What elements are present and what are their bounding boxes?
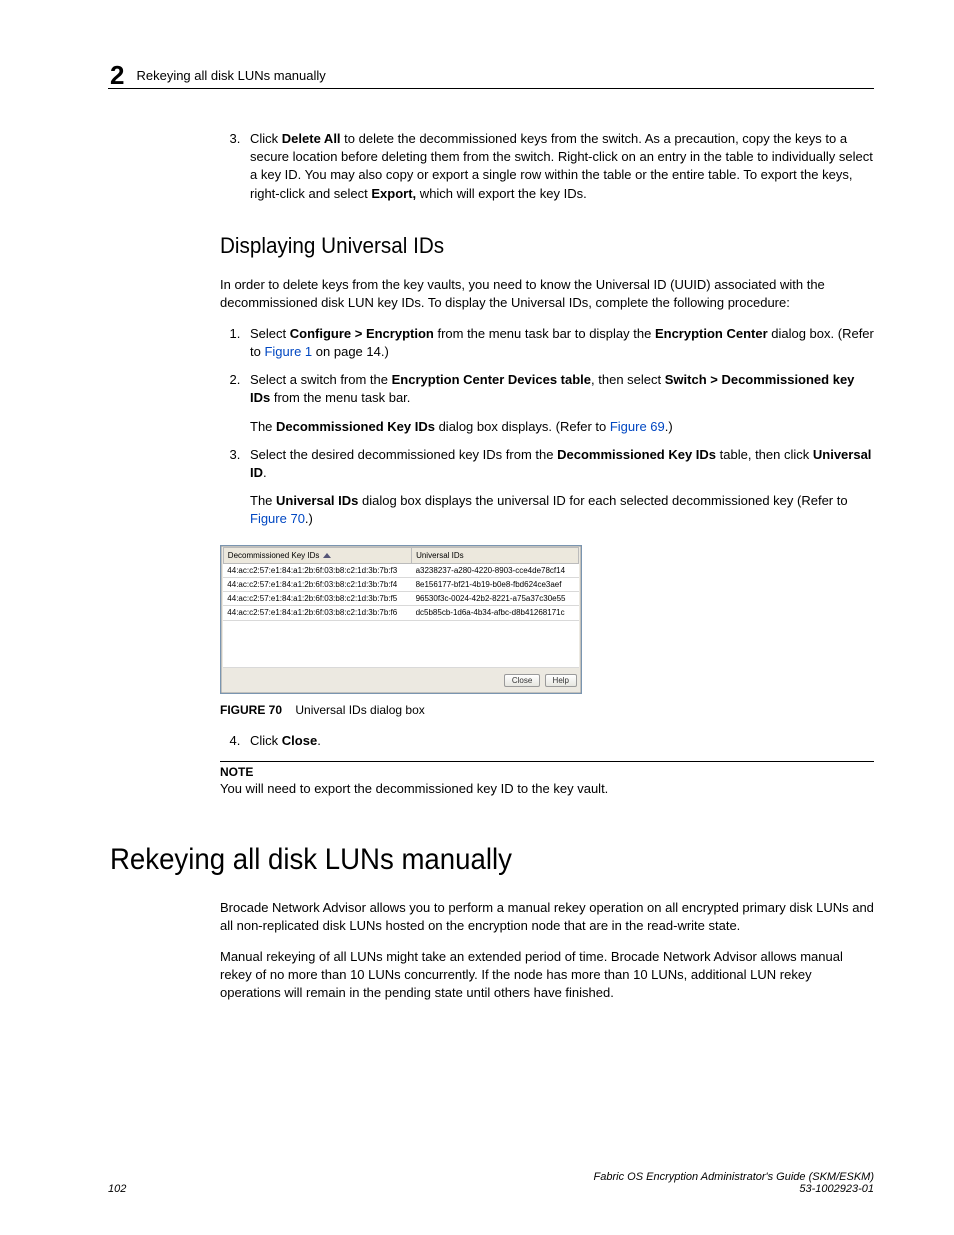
text: on page 14.) xyxy=(312,344,389,359)
step-1: Select Configure > Encryption from the m… xyxy=(244,325,874,361)
delete-all-label: Delete All xyxy=(282,131,341,146)
intro-paragraph: In order to delete keys from the key vau… xyxy=(220,276,874,312)
text: from the menu task bar. xyxy=(270,390,410,405)
step-2: Select a switch from the Encryption Cent… xyxy=(244,371,874,436)
table-name: Decommissioned Key IDs xyxy=(557,447,716,462)
prior-step-list: Click Delete All to delete the decommiss… xyxy=(220,130,874,203)
note-rule xyxy=(220,761,874,762)
universal-ids-dialog: Decommissioned Key IDs Universal IDs 44:… xyxy=(220,545,582,694)
key-id-cell: 44:ac:c2:57:e1:84:a1:2b:6f:03:b8:c2:1d:3… xyxy=(223,592,411,606)
key-id-cell: 44:ac:c2:57:e1:84:a1:2b:6f:03:b8:c2:1d:3… xyxy=(223,606,411,620)
body-paragraph: Brocade Network Advisor allows you to pe… xyxy=(220,899,874,935)
text: . xyxy=(263,465,267,480)
text: The xyxy=(250,419,276,434)
figure-70-link[interactable]: Figure 70 xyxy=(250,511,305,526)
procedure-list-continued: Click Close. xyxy=(220,732,874,750)
col-universal-ids[interactable]: Universal IDs xyxy=(412,547,579,563)
table-name: Encryption Center Devices table xyxy=(392,372,591,387)
text: Click xyxy=(250,131,282,146)
page-number: 102 xyxy=(108,1183,126,1195)
part-number: 53-1002923-01 xyxy=(594,1183,874,1195)
step-4: Click Close. xyxy=(244,732,874,750)
text: Select xyxy=(250,326,290,341)
help-button[interactable]: Help xyxy=(545,674,577,687)
text: .) xyxy=(305,511,313,526)
running-title: Rekeying all disk LUNs manually xyxy=(136,68,325,83)
text: dialog box displays. (Refer to xyxy=(435,419,610,434)
book-title: Fabric OS Encryption Administrator's Gui… xyxy=(594,1171,874,1183)
page-footer: 102 Fabric OS Encryption Administrator's… xyxy=(108,1171,874,1195)
key-id-cell: 44:ac:c2:57:e1:84:a1:2b:6f:03:b8:c2:1d:3… xyxy=(223,577,411,591)
text: . xyxy=(317,733,321,748)
text: Select the desired decommissioned key ID… xyxy=(250,447,557,462)
section-heading: Displaying Universal IDs xyxy=(220,231,835,262)
dialog-name: Universal IDs xyxy=(276,493,358,508)
text: .) xyxy=(665,419,673,434)
sort-asc-icon xyxy=(323,553,331,558)
col-label: Decommissioned Key IDs xyxy=(228,551,320,560)
step-2-sub: The Decommissioned Key IDs dialog box di… xyxy=(250,418,874,436)
text: , then select xyxy=(591,372,665,387)
step-3: Select the desired decommissioned key ID… xyxy=(244,446,874,529)
dialog-name: Decommissioned Key IDs xyxy=(276,419,435,434)
text: dialog box displays the universal ID for… xyxy=(358,493,847,508)
figure-69-link[interactable]: Figure 69 xyxy=(610,419,665,434)
text: which will export the key IDs. xyxy=(416,186,587,201)
header-rule xyxy=(108,88,874,89)
table-empty-area xyxy=(223,620,578,667)
universal-ids-table: Decommissioned Key IDs Universal IDs 44:… xyxy=(223,547,579,668)
text: from the menu task bar to display the xyxy=(434,326,655,341)
table-row[interactable]: 44:ac:c2:57:e1:84:a1:2b:6f:03:b8:c2:1d:3… xyxy=(223,577,578,591)
text: Select a switch from the xyxy=(250,372,392,387)
uuid-cell: 8e156177-bf21-4b19-b0e8-fbd624ce3aef xyxy=(412,577,579,591)
table-row[interactable]: 44:ac:c2:57:e1:84:a1:2b:6f:03:b8:c2:1d:3… xyxy=(223,563,578,577)
text: The xyxy=(250,493,276,508)
text: table, then click xyxy=(716,447,813,462)
uuid-cell: 96530f3c-0024-42b2-8221-a75a37c30e55 xyxy=(412,592,579,606)
dialog-name: Encryption Center xyxy=(655,326,768,341)
page-header: 2 Rekeying all disk LUNs manually xyxy=(110,60,874,91)
close-label: Close xyxy=(282,733,317,748)
figure-caption: FIGURE 70 Universal IDs dialog box xyxy=(220,702,874,719)
table-row[interactable]: 44:ac:c2:57:e1:84:a1:2b:6f:03:b8:c2:1d:3… xyxy=(223,592,578,606)
uuid-cell: a3238237-a280-4220-8903-cce4de78cf14 xyxy=(412,563,579,577)
step-3-sub: The Universal IDs dialog box displays th… xyxy=(250,492,874,528)
key-id-cell: 44:ac:c2:57:e1:84:a1:2b:6f:03:b8:c2:1d:3… xyxy=(223,563,411,577)
col-decommissioned-key-ids[interactable]: Decommissioned Key IDs xyxy=(223,547,411,563)
figure-70: Decommissioned Key IDs Universal IDs 44:… xyxy=(220,545,874,694)
procedure-list: Select Configure > Encryption from the m… xyxy=(220,325,874,529)
table-row[interactable]: 44:ac:c2:57:e1:84:a1:2b:6f:03:b8:c2:1d:3… xyxy=(223,606,578,620)
text: Click xyxy=(250,733,282,748)
main-heading: Rekeying all disk LUNs manually xyxy=(110,839,813,881)
dialog-button-row: Close Help xyxy=(221,668,581,693)
chapter-number: 2 xyxy=(110,60,124,91)
figure-1-link[interactable]: Figure 1 xyxy=(264,344,312,359)
figure-title: Universal IDs dialog box xyxy=(295,703,424,717)
menu-path: Configure > Encryption xyxy=(290,326,434,341)
figure-number: FIGURE 70 xyxy=(220,703,282,717)
export-label: Export, xyxy=(371,186,416,201)
close-button[interactable]: Close xyxy=(504,674,540,687)
note-text: You will need to export the decommission… xyxy=(220,780,874,798)
note-label: NOTE xyxy=(220,764,874,781)
uuid-cell: dc5b85cb-1d6a-4b34-afbc-d8b41268171c xyxy=(412,606,579,620)
prior-step-3: Click Delete All to delete the decommiss… xyxy=(244,130,874,203)
body-paragraph: Manual rekeying of all LUNs might take a… xyxy=(220,948,874,1003)
